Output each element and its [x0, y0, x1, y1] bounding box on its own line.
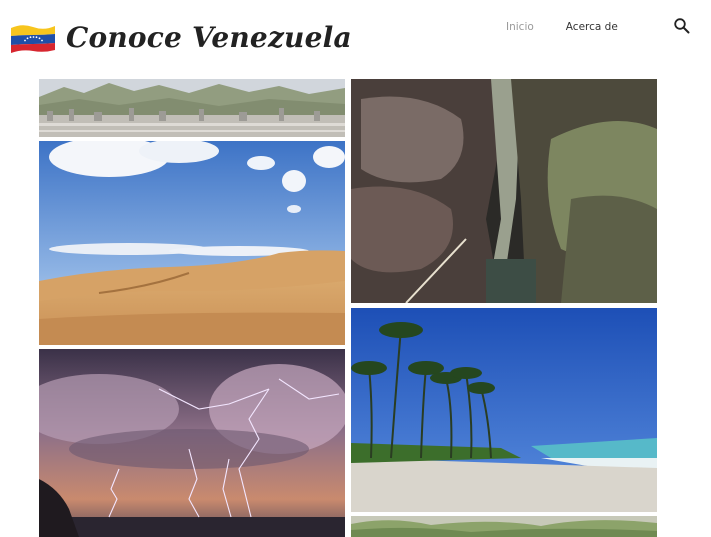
site-title: Conoce Venezuela — [66, 21, 352, 54]
nav-item-inicio[interactable]: Inicio — [506, 20, 534, 34]
main-nav: Inicio Acerca de — [506, 20, 618, 34]
dunes-image — [39, 141, 345, 345]
lightning-image — [39, 349, 345, 537]
gallery-image-dunes[interactable] — [39, 141, 345, 345]
search-icon[interactable] — [673, 17, 691, 35]
gallery-image-lightning[interactable] — [39, 349, 345, 537]
beach-image — [351, 308, 657, 512]
gallery-image-caracas[interactable] — [39, 79, 345, 137]
caracas-image — [39, 79, 345, 137]
venezuela-flag-icon — [11, 25, 55, 53]
nav-item-acerca-de[interactable]: Acerca de — [566, 20, 618, 34]
foliage-image — [351, 516, 657, 537]
canyon-image — [351, 79, 657, 303]
site-header: Conoce Venezuela Inicio Acerca de — [0, 0, 711, 78]
gallery-image-foliage[interactable] — [351, 516, 657, 537]
site-brand-link[interactable]: Conoce Venezuela — [8, 20, 352, 56]
gallery-image-canyon[interactable] — [351, 79, 657, 303]
gallery-image-beach[interactable] — [351, 308, 657, 512]
